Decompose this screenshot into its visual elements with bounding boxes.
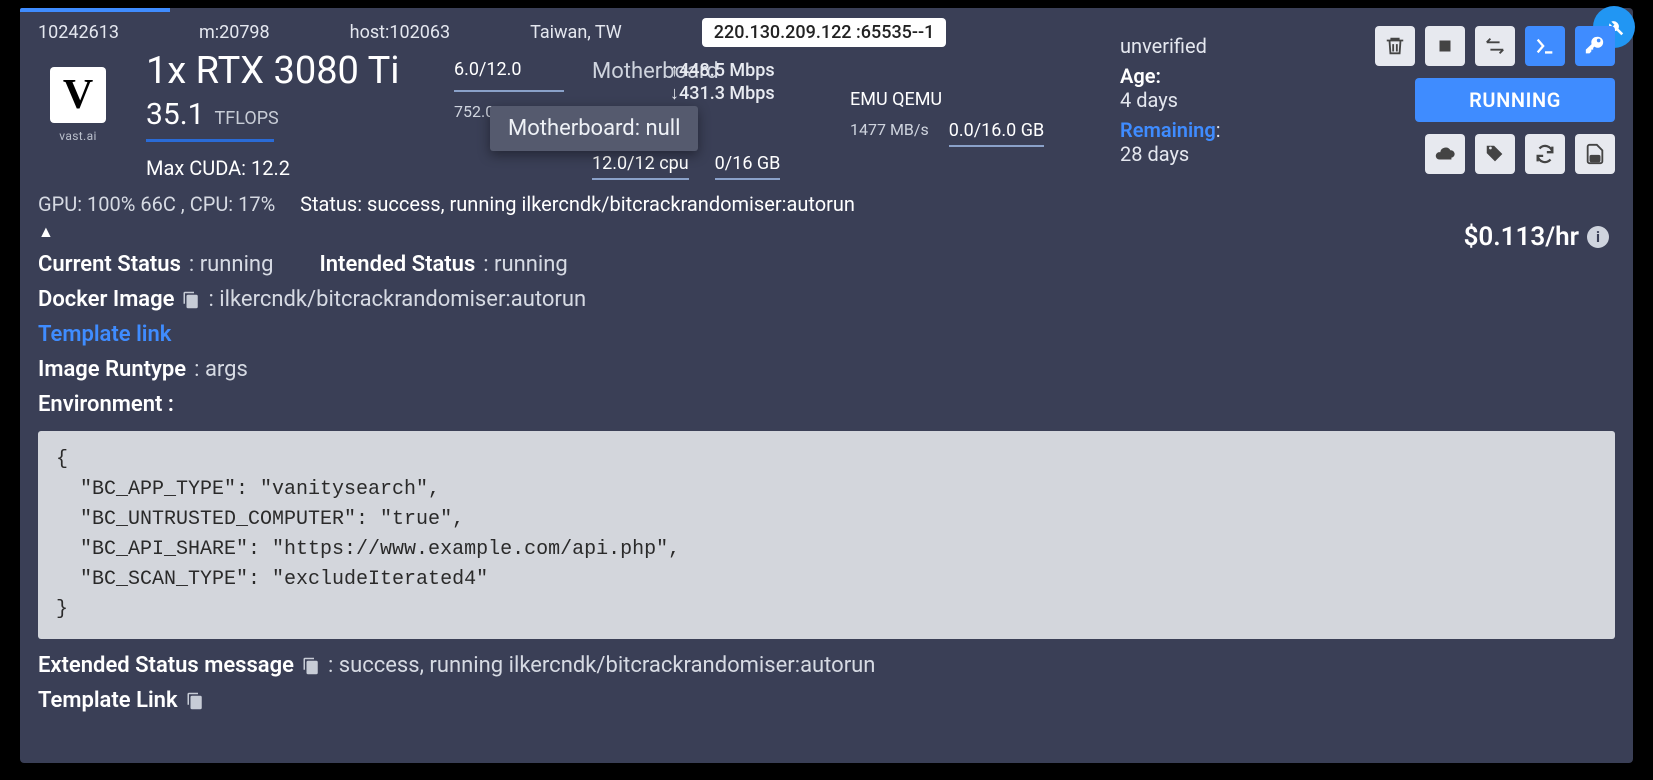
host-id: host:102063 [350, 22, 450, 43]
action-row-1 [1375, 26, 1615, 66]
accent-strip [20, 8, 170, 12]
ssh-key-button[interactable] [1575, 26, 1615, 66]
pcie-ratio: 6.0/12.0 [454, 59, 564, 80]
env-label: Environment : [38, 392, 174, 417]
copy-template-button[interactable] [186, 688, 204, 713]
actions-panel: RUNNING [1375, 26, 1615, 174]
machine-id: m:20798 [199, 22, 270, 43]
tflops: 35.1 TFLOPS [146, 97, 426, 132]
cpu-bar [592, 178, 689, 180]
terminal-button[interactable] [1525, 26, 1565, 66]
tflops-bar [146, 139, 274, 142]
location: Taiwan, TW [530, 22, 622, 43]
gpu-column: 1x RTX 3080 Ti 35.1 TFLOPS Max CUDA: 12.… [146, 49, 426, 180]
current-status-label: Current Status [38, 252, 181, 277]
pcie-bar [454, 90, 564, 92]
extended-status-value: : success, running ilkercndk/bitcrackran… [328, 653, 875, 678]
running-badge: RUNNING [1415, 78, 1615, 122]
info-icon[interactable]: i [1587, 226, 1609, 248]
action-row-2 [1425, 134, 1615, 174]
gpu-cpu-usage: GPU: 100% 66C , CPU: 17% [38, 192, 275, 216]
age-value: 4 days [1120, 88, 1270, 112]
collapse-toggle[interactable]: ▲ [38, 222, 1615, 242]
network-column: ↑448.5 Mbps ↓431.3 Mbps [670, 56, 810, 104]
ram-ratio: 0/16 GB [715, 153, 781, 174]
remaining-value: 28 days [1120, 142, 1270, 166]
delete-button[interactable] [1375, 26, 1415, 66]
logo-box: V [50, 67, 106, 123]
remaining-label: Remaining [1120, 118, 1216, 142]
intended-status-label: Intended Status [319, 252, 475, 277]
age-label: Age: [1120, 64, 1270, 88]
template-link[interactable]: Template link [38, 322, 171, 347]
copy-docker-button[interactable] [182, 287, 200, 312]
ram-bar [715, 178, 781, 180]
tag-button[interactable] [1475, 134, 1515, 174]
cpu-ratio: 12.0/12 cpu [592, 153, 689, 174]
instance-id: 10242613 [38, 22, 119, 43]
instance-card: 10242613 m:20798 host:102063 Taiwan, TW … [20, 8, 1633, 763]
cloud-button[interactable] [1425, 134, 1465, 174]
transfer-button[interactable] [1475, 26, 1515, 66]
details: Current Status : running Intended Status… [38, 252, 1615, 713]
docker-image-value: : ilkercndk/bitcrackrandomiser:autorun [208, 287, 586, 312]
extended-status-label: Extended Status message [38, 653, 294, 678]
age-column: unverified Age: 4 days Remaining: 28 day… [1120, 34, 1270, 166]
net-up: ↑448.5 Mbps [670, 60, 810, 81]
virt-label: EMU QEMU [850, 89, 1050, 110]
runtype-value: : args [194, 357, 248, 382]
logs-button[interactable] [1575, 134, 1615, 174]
net-down: ↓431.3 Mbps [670, 83, 810, 104]
provider-logo: V vast.ai [38, 67, 118, 180]
ip-badge[interactable]: 220.130.209.122 :65535--1 [702, 18, 947, 47]
docker-image-label: Docker Image [38, 287, 174, 312]
disk-column: EMU QEMU 1477 MB/s 0.0/16.0 GB [850, 49, 1050, 180]
price-value: $0.113/hr [1464, 222, 1579, 252]
refresh-button[interactable] [1525, 134, 1565, 174]
max-cuda: Max CUDA: 12.2 [146, 156, 426, 180]
environment-json[interactable]: { "BC_APP_TYPE": "vanitysearch", "BC_UNT… [38, 431, 1615, 639]
verified-status: unverified [1120, 34, 1270, 58]
status-text: Status: success, running ilkercndk/bitcr… [300, 192, 855, 216]
tflops-value: 35.1 [146, 97, 205, 132]
intended-status-value: : running [483, 252, 568, 277]
disk-bw: 1477 MB/s [850, 120, 929, 147]
gpu-name: 1x RTX 3080 Ti [146, 49, 426, 93]
disk-ratio: 0.0/16.0 GB [949, 120, 1044, 141]
current-status-value: : running [189, 252, 274, 277]
tflops-label: TFLOPS [215, 108, 279, 129]
pcie-bw: 752.0 GB/s [454, 102, 564, 121]
pcie-column: 6.0/12.0 752.0 GB/s [454, 49, 564, 180]
usage-line: GPU: 100% 66C , CPU: 17% Status: success… [38, 192, 1615, 216]
stop-button[interactable] [1425, 26, 1465, 66]
copy-status-button[interactable] [302, 653, 320, 678]
template-link-2-label: Template Link [38, 688, 178, 713]
logo-caption: vast.ai [59, 129, 97, 143]
disk-bar [949, 145, 1044, 147]
runtype-label: Image Runtype [38, 357, 186, 382]
price-row: $0.113/hr i [1464, 222, 1609, 252]
